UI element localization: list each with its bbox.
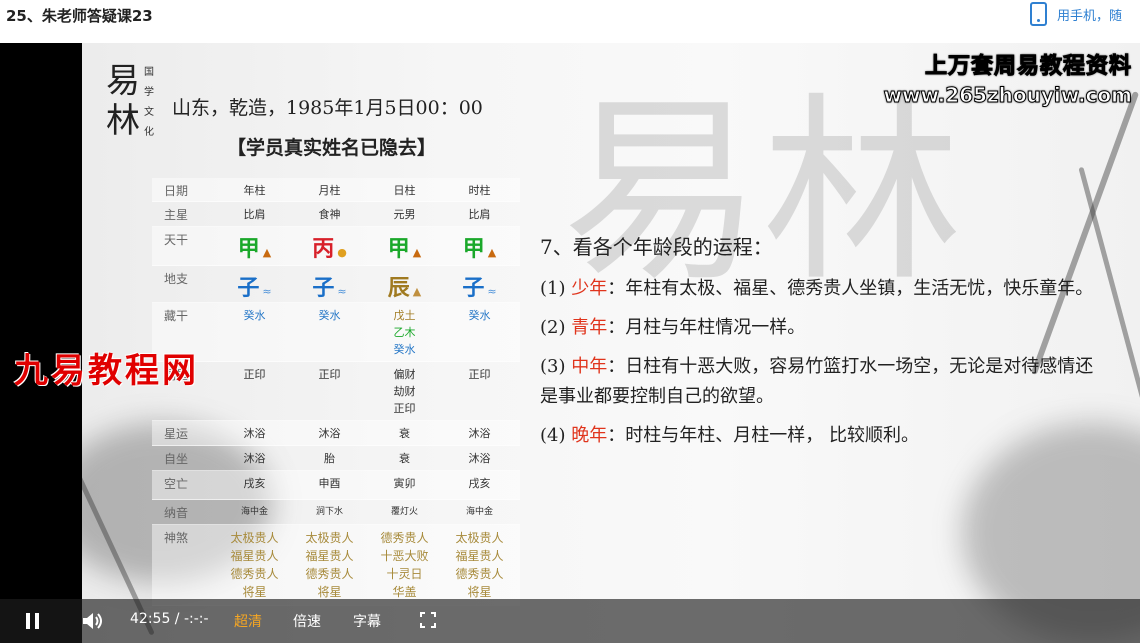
chart-row-hidden-stem: 藏干 癸水 癸水 戊土 乙木 癸水 癸水 — [152, 303, 520, 362]
red-site-watermark: 九易教程网 — [14, 351, 199, 391]
chart-row-nayin: 纳音 海中金 涧下水 覆灯火 海中金 — [152, 500, 520, 525]
lesson-text: 7、看各个年龄段的运程： (1) 少年：年柱有太极、福星、德秀贵人坐镇，生活无忧… — [540, 231, 1100, 460]
chart-row-shensha: 神煞 太极贵人 福星贵人 德秀贵人 将星 太极贵人 福星贵人 德秀贵人 将星 德秀贵人 十恶大… — [152, 525, 520, 606]
branch-char: 辰 — [387, 276, 410, 301]
earth-icon: ▲ — [412, 285, 422, 298]
volume-button[interactable] — [82, 611, 104, 631]
chart-row-void: 空亡 戌亥 申酉 寅卯 戌亥 — [152, 471, 520, 500]
slide-frame: 易林 易林 国 学 文 化 上万套周易教程资料 www.265zhouyiw.c… — [82, 43, 1140, 643]
stem-char: 甲 — [462, 237, 485, 262]
stem-char: 甲 — [237, 237, 260, 262]
fullscreen-icon — [420, 612, 436, 628]
fire-icon: ▲ — [412, 246, 422, 259]
bazi-chart: 日期 年柱 月柱 日柱 时柱 主星 比肩 食神 元男 比肩 天干 甲 ▲ 丙 ● 甲… — [152, 178, 520, 606]
water-icon: ≈ — [487, 285, 497, 298]
speaker-icon — [83, 613, 102, 629]
lesson-heading: 7、看各个年龄段的运程： — [540, 235, 773, 259]
branch-char: 子 — [462, 276, 485, 301]
privacy-note: 【学员真实姓名已隐去】 — [227, 137, 437, 159]
chart-row-star-luck: 星运 沐浴 沐浴 衰 沐浴 — [152, 421, 520, 446]
fire-icon: ▲ — [487, 246, 497, 259]
chart-row-date: 日期 年柱 月柱 日柱 时柱 — [152, 178, 520, 202]
video-player[interactable]: 易林 易林 国 学 文 化 上万套周易教程资料 www.265zhouyiw.c… — [0, 43, 1140, 643]
video-title: 25、朱老师答疑课23 — [6, 7, 153, 25]
watch-on-mobile-link[interactable]: 用手机，随 — [1030, 2, 1122, 26]
brand-logo: 易林 国 学 文 化 — [106, 61, 154, 141]
water-icon: ≈ — [262, 285, 272, 298]
speed-button[interactable]: 倍速 — [293, 611, 321, 631]
quality-button[interactable]: 超清 — [234, 611, 262, 631]
lesson-item: (4) 晚年：时柱与年柱、月柱一样， 比较顺利。 — [540, 425, 919, 446]
lesson-item: (1) 少年：年柱有太极、福星、德秀贵人坐镇，生活无忧，快乐童年。 — [540, 278, 1094, 299]
chart-row-main-star: 主星 比肩 食神 元男 比肩 — [152, 202, 520, 227]
birth-info-header: 山东，乾造，1985年1月5日00：00 — [172, 97, 483, 119]
branch-char: 子 — [237, 276, 260, 301]
stem-char: 丙 — [312, 237, 335, 262]
phone-icon — [1030, 2, 1047, 26]
chart-row-earthly-branch: 地支 子 ≈ 子 ≈ 辰 ▲ 子 ≈ — [152, 266, 520, 303]
chart-row-sub-star: 副星 正印 正印 偏财 劫财 正印 正印 — [152, 362, 520, 421]
water-icon: ≈ — [337, 285, 347, 298]
top-bar: 25、朱老师答疑课23 用手机，随 — [0, 0, 1140, 30]
fire-icon: ▲ — [262, 246, 272, 259]
mobile-label: 用手机，随 — [1057, 8, 1123, 24]
pause-button[interactable] — [26, 613, 40, 629]
fire-icon: ● — [337, 246, 347, 259]
chart-row-heavenly-stem: 天干 甲 ▲ 丙 ● 甲 ▲ 甲 ▲ — [152, 227, 520, 266]
lesson-item: (2) 青年：月柱与年柱情况一样。 — [540, 317, 806, 338]
lesson-item: (3) 中年：日柱有十恶大败，容易竹篮打水一场空，无论是对待感情还是事业都要控制… — [540, 356, 1094, 407]
site-watermark: 上万套周易教程资料 www.265zhouyiw.com — [883, 54, 1132, 108]
chart-row-self-seat: 自坐 沐浴 胎 衰 沐浴 — [152, 446, 520, 471]
time-display: 42:55 / -:-:- — [130, 611, 209, 627]
branch-char: 子 — [312, 276, 335, 301]
player-controls: 42:55 / -:-:- 超清 倍速 字幕 — [0, 599, 1140, 643]
fullscreen-button[interactable] — [420, 612, 436, 628]
subtitle-button[interactable]: 字幕 — [353, 611, 381, 631]
stem-char: 甲 — [387, 237, 410, 262]
